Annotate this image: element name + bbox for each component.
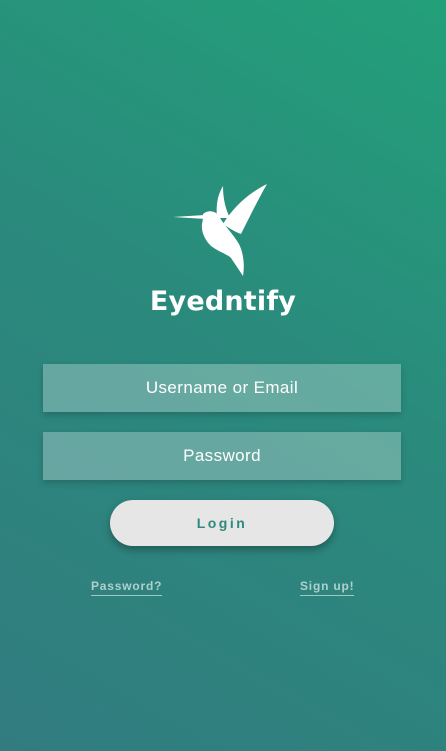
login-button[interactable]: Login — [110, 500, 334, 546]
sign-up-link[interactable]: Sign up! — [300, 579, 355, 596]
password-input[interactable] — [43, 432, 401, 480]
hummingbird-icon — [173, 184, 267, 276]
username-input[interactable] — [43, 364, 401, 412]
brand-header: Eyedntify — [0, 180, 446, 317]
forgot-password-link[interactable]: Password? — [91, 579, 163, 596]
app-name: Eyedntify — [149, 286, 297, 317]
